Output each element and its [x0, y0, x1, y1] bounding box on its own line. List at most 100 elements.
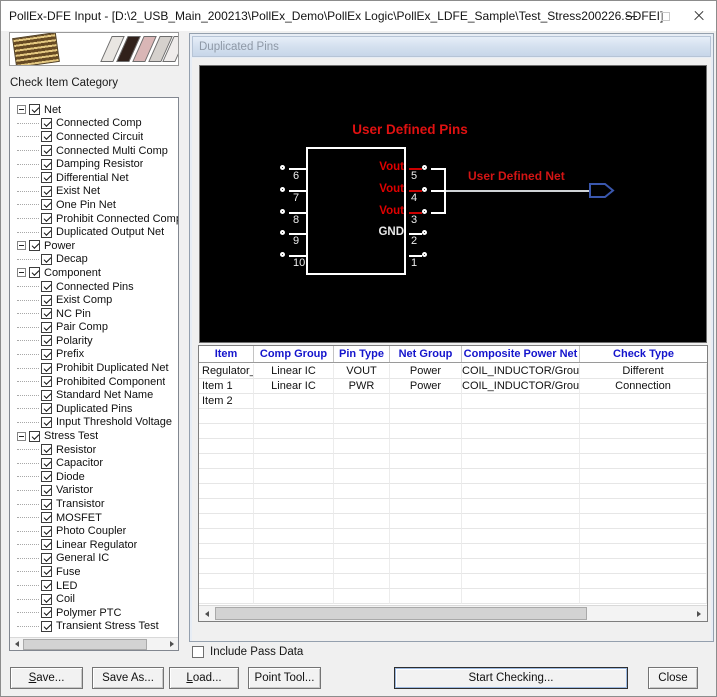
tree-item[interactable]: Net [10, 103, 178, 117]
close-button[interactable]: Close [648, 667, 698, 689]
column-header[interactable]: Net Group [390, 346, 462, 362]
table-row[interactable] [199, 424, 707, 439]
tree-item[interactable]: Damping Resistor [10, 157, 178, 171]
tree-checkbox[interactable] [29, 430, 40, 442]
tree-horizontal-scrollbar[interactable] [10, 637, 178, 650]
table-horizontal-scrollbar[interactable] [199, 605, 707, 621]
tree-item[interactable]: NC Pin [10, 307, 178, 321]
tree-item[interactable]: Exist Net [10, 185, 178, 199]
table-header-row[interactable]: Item Comp Group Pin Type Net Group Composite… [199, 346, 707, 363]
column-header[interactable]: Check Type [580, 346, 707, 362]
scroll-right-icon[interactable] [165, 638, 178, 650]
column-header[interactable]: Pin Type [334, 346, 390, 362]
table-row[interactable] [199, 499, 707, 514]
tree-checkbox[interactable] [41, 593, 52, 605]
tree-checkbox[interactable] [41, 117, 52, 129]
tree-item[interactable]: MOSFET [10, 511, 178, 525]
tree-checkbox[interactable] [41, 185, 52, 197]
column-header[interactable]: Item [199, 346, 254, 362]
tree-checkbox[interactable] [41, 348, 52, 360]
tree-item[interactable]: Photo Coupler [10, 524, 178, 538]
tree-checkbox[interactable] [41, 335, 52, 347]
tree-item[interactable]: Transistor [10, 497, 178, 511]
tree-checkbox[interactable] [41, 580, 52, 592]
include-pass-data-checkbox[interactable]: Include Pass Data [192, 646, 303, 658]
table-row[interactable] [199, 484, 707, 499]
tree-item[interactable]: Duplicated Pins [10, 402, 178, 416]
tree-checkbox[interactable] [41, 525, 52, 537]
table-row[interactable]: Regulator_VoutLinear ICVOUTPowerCOIL_IND… [199, 364, 707, 379]
tree-checkbox[interactable] [29, 104, 40, 116]
tree-checkbox[interactable] [41, 226, 52, 238]
tree-checkbox[interactable] [41, 607, 52, 619]
tree-item[interactable]: Connected Pins [10, 280, 178, 294]
tree-checkbox[interactable] [41, 620, 52, 632]
table-row[interactable] [199, 559, 707, 574]
close-window-button[interactable] [682, 1, 716, 31]
table-row[interactable] [199, 514, 707, 529]
tree-checkbox[interactable] [41, 539, 52, 551]
tree-item[interactable]: Input Threshold Voltage [10, 416, 178, 430]
tree-item[interactable]: Decap [10, 253, 178, 267]
tree-item[interactable]: Coil [10, 592, 178, 606]
tree-checkbox[interactable] [41, 145, 52, 157]
tree-checkbox[interactable] [41, 457, 52, 469]
table-row[interactable] [199, 544, 707, 559]
minimize-button[interactable] [614, 1, 648, 31]
table-row[interactable]: Item 2 [199, 394, 707, 409]
tree-item[interactable]: Varistor [10, 484, 178, 498]
tree-checkbox[interactable] [41, 199, 52, 211]
schematic-canvas[interactable]: User Defined Pins 6 7 8 9 10 5 Vout 4 Vout 3 Vout 2… [199, 65, 707, 343]
tree-item[interactable]: Connected Circuit [10, 130, 178, 144]
load-button[interactable]: Load... [169, 667, 239, 689]
tree-item[interactable]: Stress Test [10, 429, 178, 443]
table-row[interactable] [199, 529, 707, 544]
expander-icon[interactable] [17, 241, 26, 251]
tree-checkbox[interactable] [41, 308, 52, 320]
tree-checkbox[interactable] [41, 253, 52, 265]
table-row[interactable]: Item 1 Linear IC PWR Power COIL_INDUCTOR/Gro… [199, 379, 707, 394]
start-checking-button[interactable]: Start Checking... [394, 667, 628, 689]
tree-item[interactable]: Pair Comp [10, 321, 178, 335]
tree-checkbox[interactable] [41, 172, 52, 184]
tree-item[interactable]: Prohibit Connected Comp [10, 212, 178, 226]
tree-checkbox[interactable] [41, 484, 52, 496]
tree-item[interactable]: Prohibited Component [10, 375, 178, 389]
table-row[interactable] [199, 439, 707, 454]
scrollbar-thumb[interactable] [23, 639, 147, 650]
tree-checkbox[interactable] [41, 158, 52, 170]
tree-item[interactable]: Prefix [10, 348, 178, 362]
expander-icon[interactable] [17, 105, 26, 115]
tree-item[interactable]: Connected Comp [10, 117, 178, 131]
tree-item[interactable]: Standard Net Name [10, 388, 178, 402]
table-row[interactable] [199, 409, 707, 424]
tree-checkbox[interactable] [41, 566, 52, 578]
tree-checkbox[interactable] [41, 131, 52, 143]
tree-item[interactable]: Power [10, 239, 178, 253]
tree-item[interactable]: Prohibit Duplicated Net [10, 361, 178, 375]
inner-window-caption[interactable]: Duplicated Pins [192, 36, 711, 57]
tree-checkbox[interactable] [41, 416, 52, 428]
tree-checkbox[interactable] [41, 403, 52, 415]
tree-item[interactable]: Connected Multi Comp [10, 144, 178, 158]
tree-checkbox[interactable] [41, 444, 52, 456]
tree-checkbox[interactable] [41, 552, 52, 564]
scrollbar-thumb[interactable] [215, 607, 587, 620]
table-row[interactable] [199, 454, 707, 469]
point-tool-button[interactable]: Point Tool... [248, 667, 321, 689]
tree-item[interactable]: Fuse [10, 565, 178, 579]
tree-item[interactable]: Resistor [10, 443, 178, 457]
tree-item[interactable]: Exist Comp [10, 293, 178, 307]
tree-item[interactable]: Polymer PTC [10, 606, 178, 620]
column-header[interactable]: Comp Group [254, 346, 334, 362]
tree-checkbox[interactable] [29, 240, 40, 252]
tree-item[interactable]: Differential Net [10, 171, 178, 185]
expander-icon[interactable] [17, 431, 26, 441]
tree-item[interactable]: LED [10, 579, 178, 593]
tree-checkbox[interactable] [41, 321, 52, 333]
expander-icon[interactable] [17, 268, 26, 278]
scroll-left-icon[interactable] [10, 638, 23, 650]
column-header[interactable]: Composite Power Net [462, 346, 580, 362]
scroll-left-icon[interactable] [199, 606, 215, 621]
tree-checkbox[interactable] [41, 389, 52, 401]
